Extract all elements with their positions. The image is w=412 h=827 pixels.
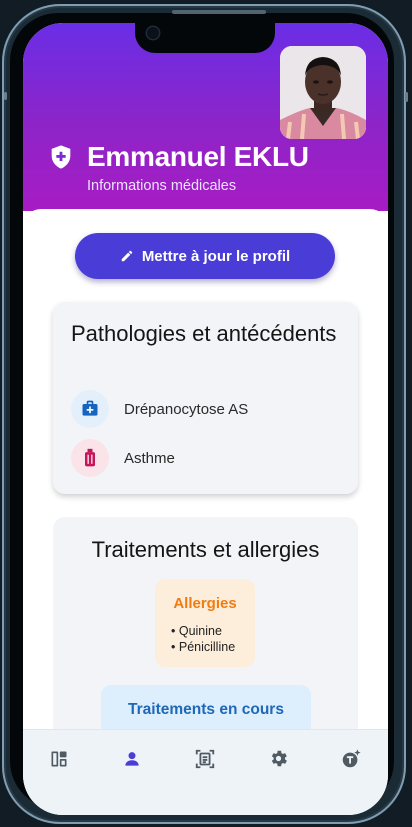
shield-medical-icon	[47, 143, 75, 171]
pencil-icon	[120, 249, 134, 263]
person-icon	[122, 749, 142, 774]
app-screen: Emmanuel EKLU Informations médicales Met…	[23, 23, 388, 815]
allergies-box: Allergies Quinine Pénicilline	[155, 579, 255, 667]
document-scan-icon	[194, 748, 216, 775]
pathologies-title: Pathologies et antécédents	[71, 321, 337, 346]
side-button	[4, 92, 7, 100]
nav-assistant[interactable]	[336, 746, 366, 776]
ai-assistant-icon	[340, 748, 362, 775]
inhaler-icon	[71, 439, 109, 477]
nav-profile[interactable]	[117, 746, 147, 776]
nav-dashboard[interactable]	[44, 746, 74, 776]
treatments-title: Traitements et allergies	[91, 537, 320, 562]
bottom-navigation	[23, 729, 388, 815]
pathology-label: Drépanocytose AS	[124, 400, 249, 418]
allergies-title: Allergies	[173, 595, 237, 612]
speaker-slit	[172, 10, 266, 14]
avatar[interactable]	[280, 46, 366, 139]
list-item[interactable]: Asthme	[71, 439, 175, 477]
nav-scan[interactable]	[190, 746, 220, 776]
update-profile-label: Mettre à jour le profil	[141, 247, 291, 265]
allergies-list: Quinine Pénicilline	[171, 623, 235, 655]
list-item: Pénicilline	[171, 639, 235, 655]
header-subtitle: Informations médicales	[87, 178, 237, 194]
pathologies-card: Pathologies et antécédents Drépanocytose…	[53, 302, 358, 494]
update-profile-button[interactable]: Mettre à jour le profil	[75, 233, 335, 279]
main-content: Mettre à jour le profil Pathologies et a…	[23, 209, 388, 777]
medical-kit-icon	[71, 390, 109, 428]
list-item: Quinine	[171, 623, 235, 639]
side-button	[405, 92, 408, 102]
dashboard-icon	[49, 749, 69, 774]
gear-icon	[268, 748, 289, 774]
front-camera	[147, 27, 159, 39]
pathology-label: Asthme	[124, 449, 175, 467]
current-treatments-title: Traitements en cours	[128, 701, 284, 718]
patient-name: Emmanuel EKLU	[87, 141, 309, 172]
nav-settings[interactable]	[263, 746, 293, 776]
list-item[interactable]: Drépanocytose AS	[71, 390, 248, 428]
